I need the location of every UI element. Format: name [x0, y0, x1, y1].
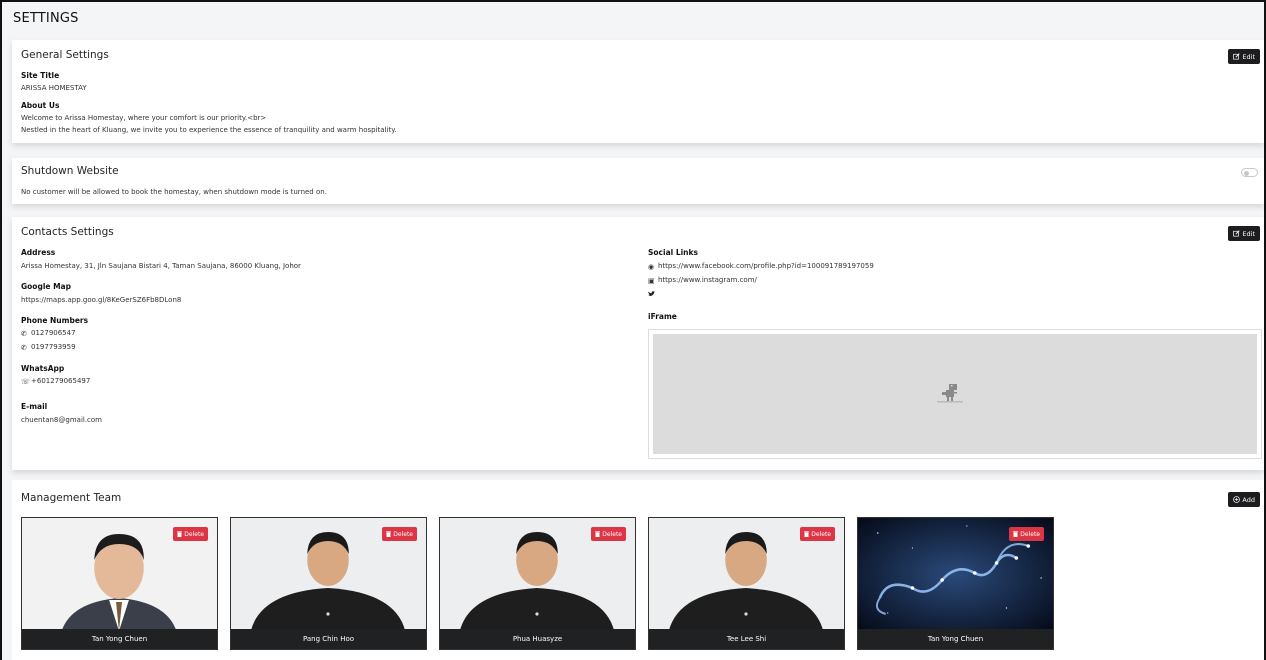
edit-icon — [1233, 230, 1241, 237]
address-label: Address — [21, 248, 56, 257]
edit-label: Edit — [1242, 229, 1255, 238]
member-name: Tee Lee Shi — [649, 629, 844, 649]
delete-member-button[interactable]: Delete — [1009, 527, 1044, 541]
team-member-card: Delete Tan Yong Chuen — [21, 517, 218, 650]
member-name: Pang Chin Hoo — [231, 629, 426, 649]
add-circle-icon — [1233, 496, 1241, 503]
shutdown-toggle[interactable] — [1241, 168, 1258, 177]
shutdown-card: Shutdown Website No customer will be all… — [12, 158, 1264, 204]
instagram-icon: ▣ — [648, 277, 655, 285]
twitter-link[interactable] — [648, 290, 658, 299]
about-us-label: About Us — [21, 101, 60, 110]
team-member-card: Delete Pang Chin Hoo — [230, 517, 427, 650]
general-settings-card: General Settings Edit Site Title ARISSA … — [12, 40, 1264, 143]
google-map-label: Google Map — [21, 282, 71, 291]
whatsapp-value: ☏+601279065497 — [21, 377, 91, 386]
delete-member-button[interactable]: Delete — [800, 527, 835, 541]
member-name: Tan Yong Chuen — [22, 629, 217, 649]
edit-label: Edit — [1242, 52, 1255, 61]
trash-icon — [177, 531, 183, 537]
team-member-card: Delete Tee Lee Shi — [648, 517, 845, 650]
add-member-button[interactable]: Add — [1228, 492, 1260, 507]
card-title: Management Team — [21, 492, 122, 504]
settings-page: SETTINGS General Settings Edit Site Titl… — [0, 0, 1266, 660]
facebook-icon: ◉ — [648, 263, 655, 271]
contacts-settings-card: Contacts Settings Edit Address Arissa Ho… — [12, 217, 1264, 470]
team-member-card: Delete Tan Yong Chuen — [857, 517, 1054, 650]
whatsapp-icon: ☏ — [21, 378, 30, 386]
twitter-icon — [648, 291, 656, 299]
iframe-placeholder — [653, 334, 1257, 454]
edit-icon — [1233, 53, 1241, 60]
address-value: Arissa Homestay, 31, Jln Saujana Bistari… — [21, 262, 301, 270]
google-map-value: https://maps.app.goo.gl/8KeGerSZ6Fb8DLon… — [21, 296, 182, 304]
card-title: Shutdown Website — [21, 165, 119, 177]
page-title: SETTINGS — [13, 11, 79, 26]
social-links-label: Social Links — [648, 248, 698, 257]
member-name: Phua Huasyze — [440, 629, 635, 649]
phone-number: ✆ 0127906547 — [21, 329, 76, 338]
trash-icon — [1013, 531, 1019, 537]
phone-icon: ✆ — [21, 330, 27, 338]
map-iframe[interactable] — [648, 329, 1262, 459]
card-title: General Settings — [21, 49, 109, 61]
member-name: Tan Yong Chuen — [858, 629, 1053, 649]
email-label: E-mail — [21, 402, 48, 411]
site-title-label: Site Title — [21, 71, 60, 80]
trash-icon — [595, 531, 601, 537]
email-value: chuentan8@gmail.com — [21, 416, 103, 424]
phone-number: ✆ 0197793959 — [21, 343, 76, 352]
delete-member-button[interactable]: Delete — [591, 527, 626, 541]
whatsapp-label: WhatsApp — [21, 364, 65, 373]
trash-icon — [804, 531, 810, 537]
dinosaur-icon — [937, 384, 963, 403]
delete-member-button[interactable]: Delete — [382, 527, 417, 541]
add-label: Add — [1242, 495, 1255, 504]
about-us-line-1: Welcome to Arissa Homestay, where your c… — [21, 114, 267, 122]
team-member-card: Delete Phua Huasyze — [439, 517, 636, 650]
iframe-label: iFrame — [648, 312, 677, 321]
card-title: Contacts Settings — [21, 226, 114, 238]
shutdown-description: No customer will be allowed to book the … — [21, 188, 327, 196]
edit-general-button[interactable]: Edit — [1228, 49, 1260, 64]
trash-icon — [386, 531, 392, 537]
phone-numbers-label: Phone Numbers — [21, 316, 89, 325]
phone-icon: ✆ — [21, 344, 27, 352]
delete-member-button[interactable]: Delete — [173, 527, 208, 541]
instagram-link[interactable]: ▣ https://www.instagram.com/ — [648, 276, 757, 285]
edit-contacts-button[interactable]: Edit — [1228, 226, 1260, 241]
about-us-line-2: Nestled in the heart of Kluang, we invit… — [21, 126, 397, 134]
site-title-value: ARISSA HOMESTAY — [21, 84, 87, 92]
facebook-link[interactable]: ◉ https://www.facebook.com/profile.php?id… — [648, 262, 874, 271]
